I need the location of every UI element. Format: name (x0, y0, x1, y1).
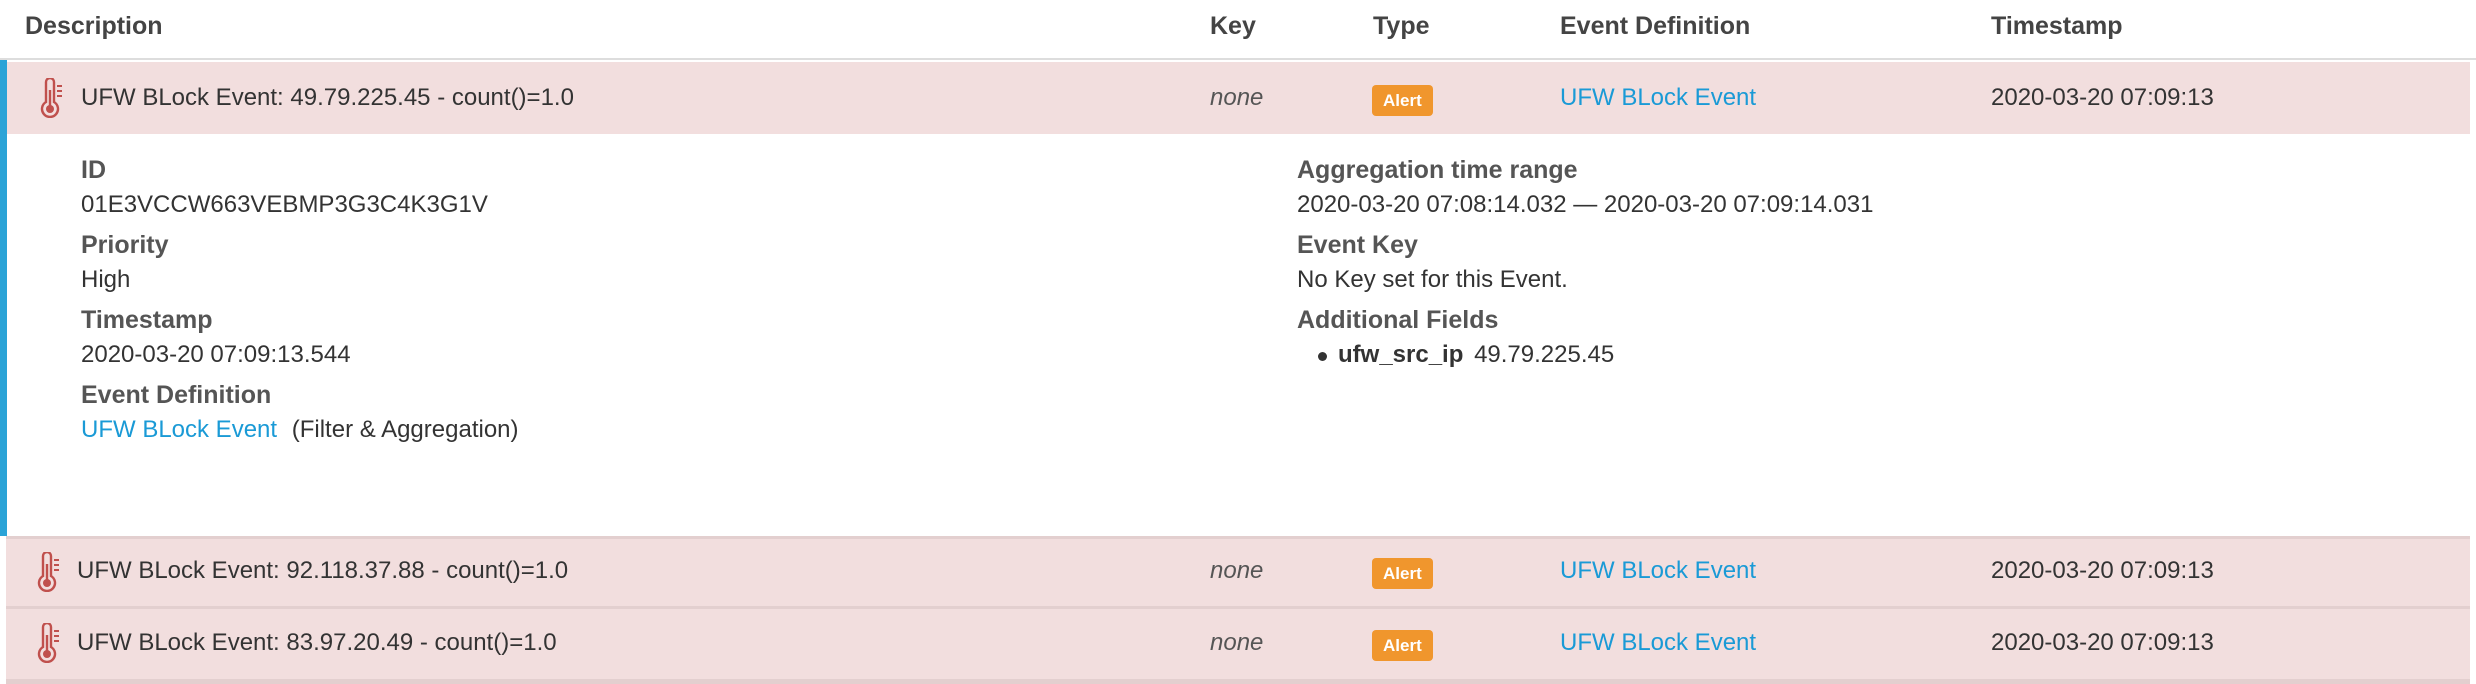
event-definition-type: (Filter & Aggregation) (291, 416, 519, 443)
header-event-definition[interactable]: Event Definition (1560, 12, 1750, 41)
row-timestamp: 2020-03-20 07:09:13 (1991, 629, 2214, 656)
header-timestamp[interactable]: Timestamp (1991, 12, 2123, 41)
event-definition-link[interactable]: UFW BLock Event (1560, 557, 1756, 585)
event-definition-detail-link[interactable]: UFW BLock Event (81, 416, 277, 443)
table-header: Description Key Type Event Definition Ti… (0, 0, 2476, 60)
id-value: 01E3VCCW663VEBMP3G3C4K3G1V (81, 191, 488, 218)
event-definition-link[interactable]: UFW BLock Event (1560, 629, 1756, 657)
timestamp-value: 2020-03-20 07:09:13.544 (81, 341, 351, 368)
header-key[interactable]: Key (1210, 12, 1256, 41)
field-name: ufw_src_ip (1338, 341, 1464, 368)
row-description[interactable]: UFW BLock Event: 49.79.225.45 - count()=… (81, 84, 574, 112)
row-description[interactable]: UFW BLock Event: 92.118.37.88 - count()=… (77, 557, 568, 585)
table-row[interactable]: UFW BLock Event: 92.118.37.88 - count()=… (6, 536, 2470, 606)
row-timestamp: 2020-03-20 07:09:13 (1991, 557, 2214, 584)
thermometer-icon (37, 623, 59, 663)
event-definition-label: Event Definition (81, 381, 272, 409)
row-key: none (1210, 84, 1264, 111)
event-definition-link[interactable]: UFW BLock Event (1560, 84, 1756, 112)
thermometer-icon (40, 78, 62, 118)
timestamp-label: Timestamp (81, 306, 213, 334)
table-bottom-border (6, 679, 2470, 684)
row-key: none (1210, 557, 1264, 584)
type-badge: Alert (1372, 85, 1433, 116)
event-key-label: Event Key (1297, 231, 1418, 259)
header-description[interactable]: Description (25, 12, 163, 41)
expanded-row-indicator (0, 60, 7, 536)
row-description[interactable]: UFW BLock Event: 83.97.20.49 - count()=1… (77, 629, 557, 657)
table-row[interactable]: UFW BLock Event: 49.79.225.45 - count()=… (6, 62, 2470, 134)
thermometer-icon (37, 552, 59, 592)
event-key-value: No Key set for this Event. (1297, 266, 1568, 293)
field-value: 49.79.225.45 (1474, 341, 1615, 368)
id-label: ID (81, 156, 106, 184)
row-key: none (1210, 629, 1264, 656)
additional-field-item: ufw_src_ip 49.79.225.45 (1338, 341, 1614, 369)
row-timestamp: 2020-03-20 07:09:13 (1991, 84, 2214, 111)
aggregation-value: 2020-03-20 07:08:14.032 — 2020-03-20 07:… (1297, 191, 1874, 218)
event-details-panel: ID 01E3VCCW663VEBMP3G3C4K3G1V Priority H… (6, 134, 2470, 534)
priority-value: High (81, 266, 131, 293)
event-definition-detail: UFW BLock Event (Filter & Aggregation) (81, 416, 519, 444)
aggregation-label: Aggregation time range (1297, 156, 1578, 184)
priority-label: Priority (81, 231, 169, 259)
table-row[interactable]: UFW BLock Event: 83.97.20.49 - count()=1… (6, 606, 2470, 679)
type-badge: Alert (1372, 630, 1433, 661)
header-type[interactable]: Type (1373, 12, 1430, 41)
type-badge: Alert (1372, 558, 1433, 589)
list-bullet (1318, 352, 1327, 361)
additional-fields-label: Additional Fields (1297, 306, 1499, 334)
